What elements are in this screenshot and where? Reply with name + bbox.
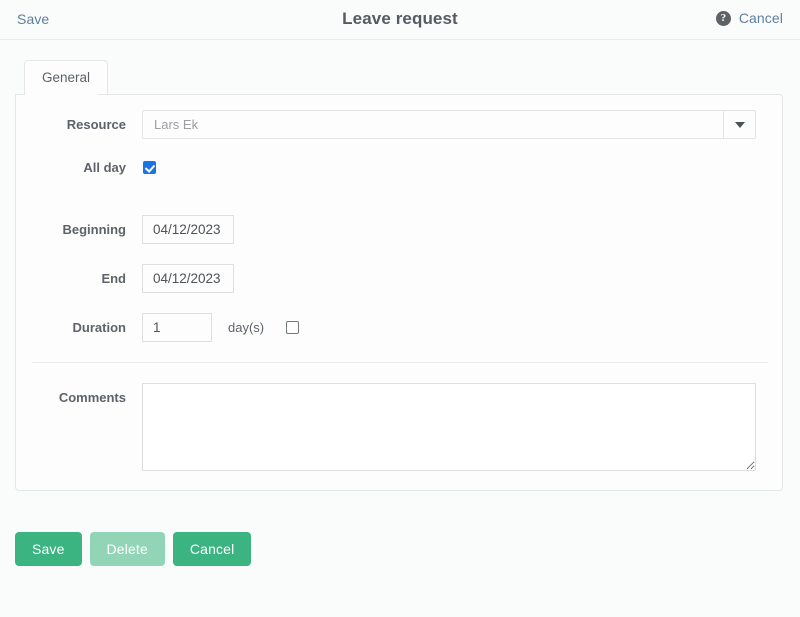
field-row-beginning: Beginning	[16, 215, 782, 244]
all-day-label: All day	[83, 160, 126, 175]
header-actions: ? Cancel	[715, 10, 783, 26]
duration-unit-label: day(s)	[228, 320, 265, 335]
tab-general[interactable]: General	[24, 60, 109, 94]
help-circle-icon[interactable]: ?	[715, 10, 731, 26]
duration-input[interactable]	[142, 313, 212, 342]
duration-checkbox[interactable]	[286, 321, 300, 334]
end-label: End	[101, 271, 126, 286]
resource-input[interactable]	[142, 110, 723, 139]
window-header: Save Leave request ? Cancel	[0, 0, 800, 40]
field-row-all-day: All day	[16, 160, 782, 175]
delete-button[interactable]: Delete	[89, 532, 165, 566]
field-row-resource: Resource	[16, 110, 782, 139]
field-row-comments: Comments	[16, 383, 782, 471]
tab-bar: General	[24, 60, 109, 94]
header-cancel-link[interactable]: Cancel	[739, 10, 783, 26]
tab-underlay	[25, 93, 98, 96]
chevron-down-icon	[734, 121, 745, 128]
field-row-duration: Duration day(s)	[16, 313, 782, 342]
form-actions: Save Delete Cancel	[15, 532, 252, 566]
save-button[interactable]: Save	[15, 532, 82, 566]
page-title: Leave request	[342, 9, 458, 28]
duration-label: Duration	[72, 320, 126, 335]
cancel-button[interactable]: Cancel	[172, 532, 252, 566]
resource-combobox[interactable]	[142, 110, 756, 139]
form-panel: Resource All day Beginning End Duration	[15, 94, 783, 491]
beginning-label: Beginning	[62, 222, 126, 237]
beginning-date-input[interactable]	[142, 215, 234, 244]
end-date-input[interactable]	[142, 264, 234, 293]
field-row-end: End	[16, 264, 782, 293]
all-day-checkbox[interactable]	[143, 161, 156, 174]
comments-label: Comments	[58, 390, 126, 405]
comments-textarea[interactable]	[142, 383, 756, 471]
resource-label: Resource	[66, 117, 126, 132]
resource-dropdown-button[interactable]	[723, 110, 756, 139]
section-divider	[32, 362, 768, 363]
